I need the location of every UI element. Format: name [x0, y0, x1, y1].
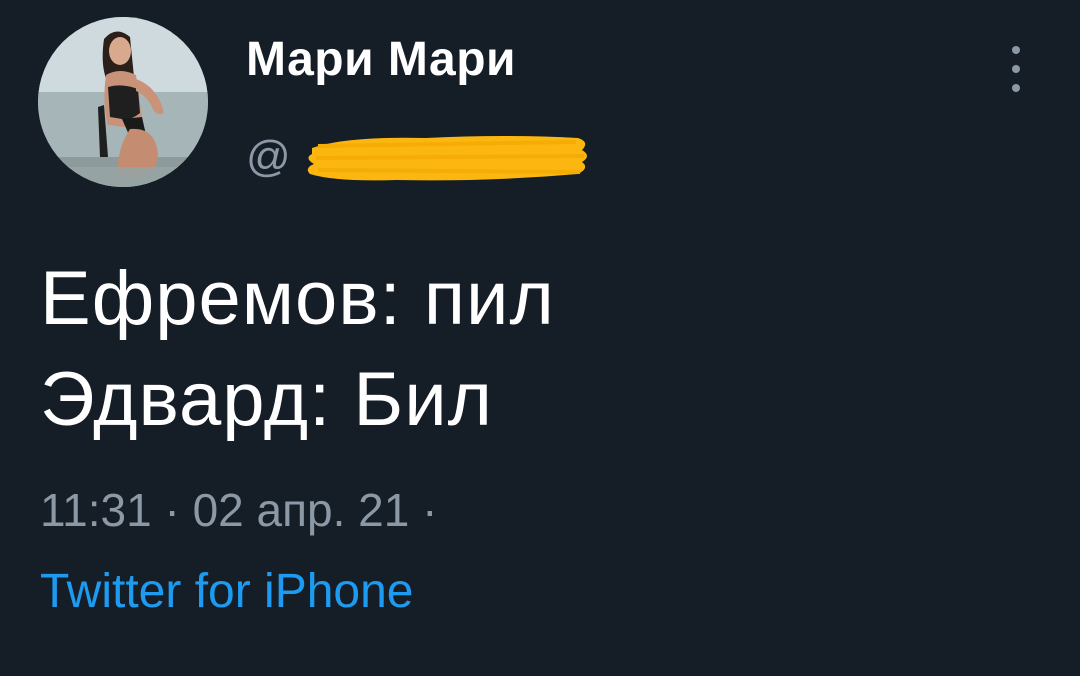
tweet-source-link[interactable]: Twitter for iPhone — [40, 564, 414, 619]
redaction-mark — [307, 136, 587, 181]
tweet-text-line: Ефремов: пил — [40, 256, 555, 341]
handle-at-sign: @ — [246, 132, 291, 181]
more-vertical-icon — [1012, 46, 1020, 54]
more-options-button[interactable] — [1000, 44, 1034, 94]
tweet-timestamp[interactable]: 11:31 · 02 апр. 21 · — [40, 483, 437, 537]
tweet-text-line: Эдвард: Бил — [40, 357, 494, 442]
author-handle[interactable]: @ — [246, 122, 587, 192]
tweet-card: Мари Мари @ Ефремов: пил Эдвард: Бил 11:… — [0, 0, 1080, 676]
tweet-text: Ефремов: пил Эдвард: Бил — [40, 248, 555, 450]
avatar[interactable] — [38, 17, 208, 187]
more-vertical-icon — [1012, 65, 1020, 73]
meta-separator: · — [422, 484, 438, 536]
meta-separator: · — [164, 484, 180, 536]
more-vertical-icon — [1012, 84, 1020, 92]
avatar-photo — [38, 17, 208, 187]
author-display-name[interactable]: Мари Мари — [246, 32, 516, 87]
tweet-time: 11:31 — [40, 484, 152, 536]
tweet-date: 02 апр. 21 — [192, 484, 410, 536]
